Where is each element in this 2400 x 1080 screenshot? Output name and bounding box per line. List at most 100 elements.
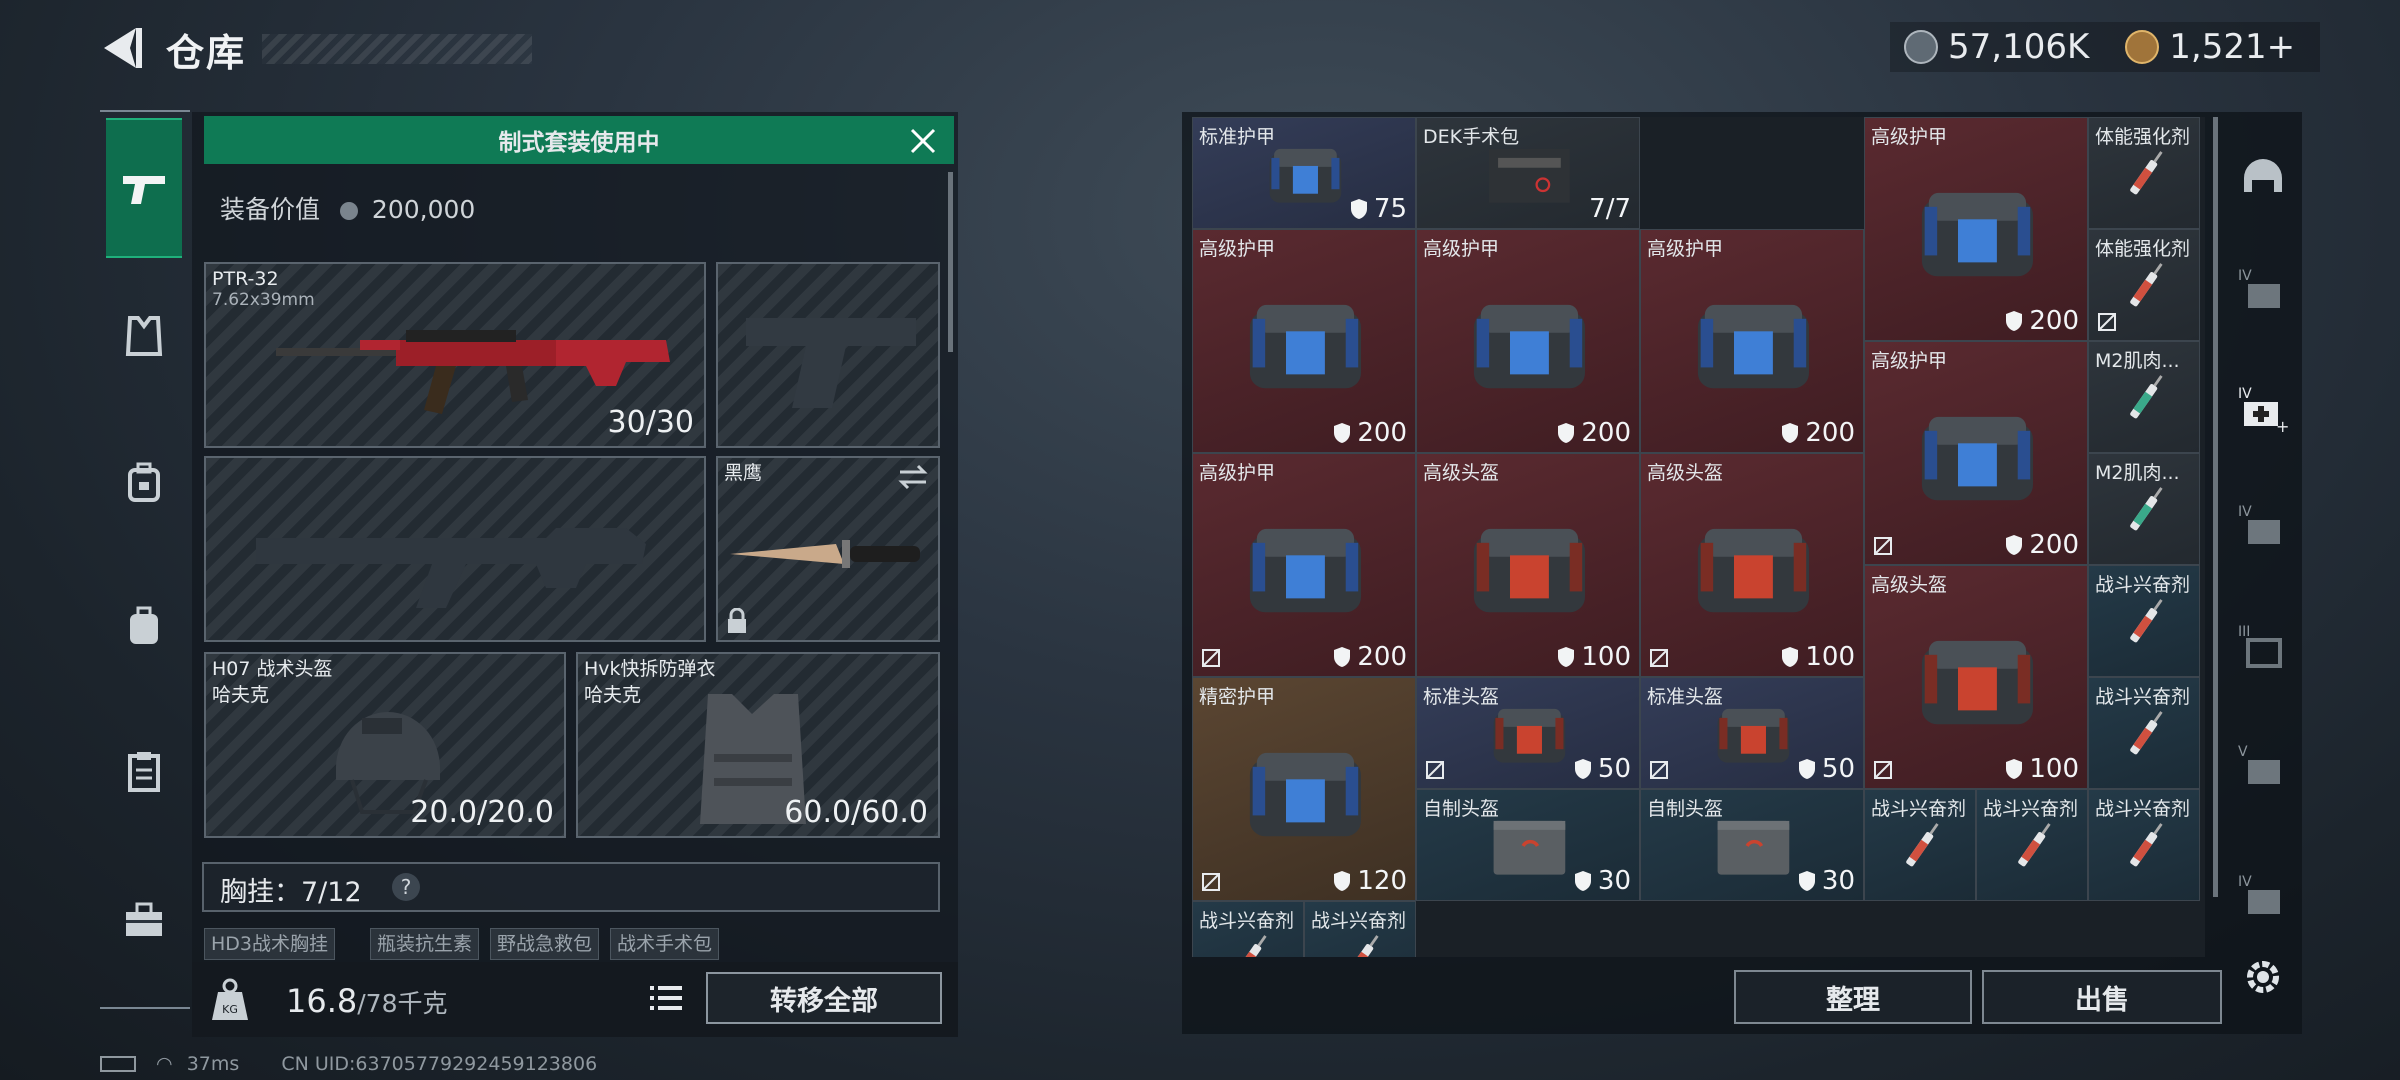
filter-vest-v[interactable]: V xyxy=(2238,742,2288,792)
chest-item[interactable]: HD3战术胸挂 xyxy=(204,928,336,960)
item-durability: 50 xyxy=(1574,754,1631,784)
item-durability: 75 xyxy=(1350,194,1407,224)
filter-vest-iv-2[interactable]: IV xyxy=(2238,502,2288,552)
filter-helmet[interactable] xyxy=(2238,152,2288,202)
banner-close-button[interactable] xyxy=(906,124,940,158)
inventory-item[interactable]: 战斗兴奋剂 xyxy=(1304,901,1416,957)
tab-weapons[interactable] xyxy=(106,118,182,258)
inventory-item[interactable]: 高级护甲 200 xyxy=(1640,229,1864,453)
item-durability-value: 200 xyxy=(1805,418,1855,448)
chest-item[interactable]: 瓶装抗生素 xyxy=(370,928,480,960)
no-insure-icon xyxy=(1202,649,1220,667)
inventory-item[interactable]: 体能强化剂 xyxy=(2088,229,2200,341)
svg-text:KG: KG xyxy=(222,1003,238,1016)
item-name: 高级护甲 xyxy=(1871,350,1948,372)
inventory-item[interactable]: 精密护甲 120 xyxy=(1192,677,1416,901)
equipment-value-amount: 200,000 xyxy=(371,195,476,224)
tab-toolbox[interactable] xyxy=(106,882,182,958)
back-arrow-icon xyxy=(104,28,142,68)
inventory-item[interactable]: M2肌肉... xyxy=(2088,453,2200,565)
inventory-item[interactable]: 标准头盔 50 xyxy=(1416,677,1640,789)
item-durability-value: 200 xyxy=(2029,306,2079,336)
filter-vest-iv[interactable]: IV xyxy=(2238,266,2288,316)
inventory-item[interactable]: 标准头盔 50 xyxy=(1640,677,1864,789)
carry-weight-current: 16.8 xyxy=(286,982,358,1020)
inventory-item[interactable]: M2肌肉... xyxy=(2088,341,2200,453)
inventory-item[interactable]: 高级护甲 200 xyxy=(1864,341,2088,565)
helmet-slot[interactable]: H07 战术头盔 哈夫克 20.0/20.0 xyxy=(204,652,566,838)
inventory-scrollbar[interactable] xyxy=(2213,117,2218,897)
inventory-item[interactable]: 自制头盔 30 xyxy=(1416,789,1640,901)
gold-amount[interactable]: 1,521+ xyxy=(2169,27,2295,67)
shield-icon xyxy=(1798,871,1815,891)
category-tabs xyxy=(100,110,190,1009)
inventory-item[interactable]: DEK手术包 7/7 xyxy=(1416,117,1640,229)
loadout-banner: 制式套装使用中 xyxy=(204,116,954,164)
inventory-item[interactable]: 战斗兴奋剂 xyxy=(2088,677,2200,789)
svg-text:IV: IV xyxy=(2238,268,2252,284)
inventory-item[interactable]: 高级头盔 100 xyxy=(1416,453,1640,677)
primary-weapon-slot[interactable]: PTR-32 7.62x39mm 30/30 xyxy=(204,262,706,448)
back-button[interactable] xyxy=(96,22,148,74)
inventory-item[interactable]: 战斗兴奋剂 xyxy=(2088,565,2200,677)
tab-secure-case[interactable] xyxy=(106,444,182,520)
inventory-item[interactable]: 标准护甲 75 xyxy=(1192,117,1416,229)
list-icon xyxy=(650,986,682,1010)
inventory-item[interactable]: 高级护甲 200 xyxy=(1416,229,1640,453)
item-durability-value: 100 xyxy=(1581,642,1631,672)
vest-V-icon: V xyxy=(2238,744,2280,784)
item-name: 高级护甲 xyxy=(1871,126,1948,148)
inventory-item[interactable]: 高级头盔 100 xyxy=(1864,565,2088,789)
medkit-IV-add-icon: IV + xyxy=(2238,386,2289,436)
item-name: 自制头盔 xyxy=(1647,798,1724,820)
item-durability: 100 xyxy=(2005,754,2079,784)
sell-button[interactable]: 出售 xyxy=(1982,970,2222,1024)
no-insure-icon xyxy=(2098,313,2116,331)
inventory-item[interactable]: 高级头盔 100 xyxy=(1640,453,1864,677)
armor-III-icon: III xyxy=(2238,624,2282,668)
armor-bag-image xyxy=(1921,416,2033,501)
melee-slot[interactable]: 黑鹰 xyxy=(716,456,940,642)
inventory-item[interactable]: 体能强化剂 xyxy=(2088,117,2200,229)
item-durability-value: 50 xyxy=(1821,754,1855,784)
secondary-weapon-slot[interactable] xyxy=(204,456,706,642)
svg-text:IV: IV xyxy=(2238,504,2252,520)
item-name: 体能强化剂 xyxy=(2095,238,2191,260)
shield-icon xyxy=(1334,647,1351,667)
inventory-item[interactable]: 战斗兴奋剂 xyxy=(1192,901,1304,957)
item-durability: 100 xyxy=(1557,642,1631,672)
list-view-button[interactable] xyxy=(644,976,688,1020)
filter-vest-iv-3[interactable]: IV xyxy=(2238,872,2288,922)
vest-slot[interactable]: Hvk快拆防弹衣 哈夫克 60.0/60.0 xyxy=(576,652,940,838)
item-name: 战斗兴奋剂 xyxy=(2095,798,2191,820)
inventory-item[interactable]: 战斗兴奋剂 xyxy=(2088,789,2200,901)
item-name: 精密护甲 xyxy=(1199,686,1276,708)
transfer-all-button[interactable]: 转移全部 xyxy=(706,972,942,1024)
armor-bag-image xyxy=(1473,528,1585,613)
help-button[interactable]: ? xyxy=(392,873,420,901)
swap-icon[interactable] xyxy=(896,464,930,490)
inventory-item[interactable]: 高级护甲 200 xyxy=(1864,117,2088,341)
inventory-item[interactable]: 自制头盔 30 xyxy=(1640,789,1864,901)
armor-bag-image xyxy=(1249,528,1361,613)
chest-item[interactable]: 野战急救包 xyxy=(490,928,600,960)
filter-armor-iii[interactable]: III xyxy=(2238,622,2288,672)
filter-medkit-iv[interactable]: IV + xyxy=(2238,384,2289,436)
tab-chest-rig[interactable] xyxy=(106,734,182,810)
clipboard-icon xyxy=(128,752,160,792)
tab-armor[interactable] xyxy=(106,298,182,374)
inventory-item[interactable]: 高级护甲 200 xyxy=(1192,229,1416,453)
chest-rig-count: 7/12 xyxy=(301,877,362,908)
sort-button[interactable]: 整理 xyxy=(1734,970,1972,1024)
chest-item[interactable]: 战术手术包 xyxy=(610,928,720,960)
vest-brand: 哈夫克 xyxy=(584,684,642,706)
inventory-item[interactable]: 战斗兴奋剂 xyxy=(1976,789,2088,901)
inventory-item[interactable]: 战斗兴奋剂 xyxy=(1864,789,1976,901)
inventory-item[interactable]: 高级护甲 200 xyxy=(1192,453,1416,677)
loadout-scrollbar[interactable] xyxy=(948,172,953,352)
tab-backpack[interactable] xyxy=(106,588,182,664)
shield-icon xyxy=(2006,535,2023,555)
settings-button[interactable] xyxy=(2238,952,2288,1002)
shield-icon xyxy=(1334,871,1351,891)
pistol-slot[interactable] xyxy=(716,262,940,448)
